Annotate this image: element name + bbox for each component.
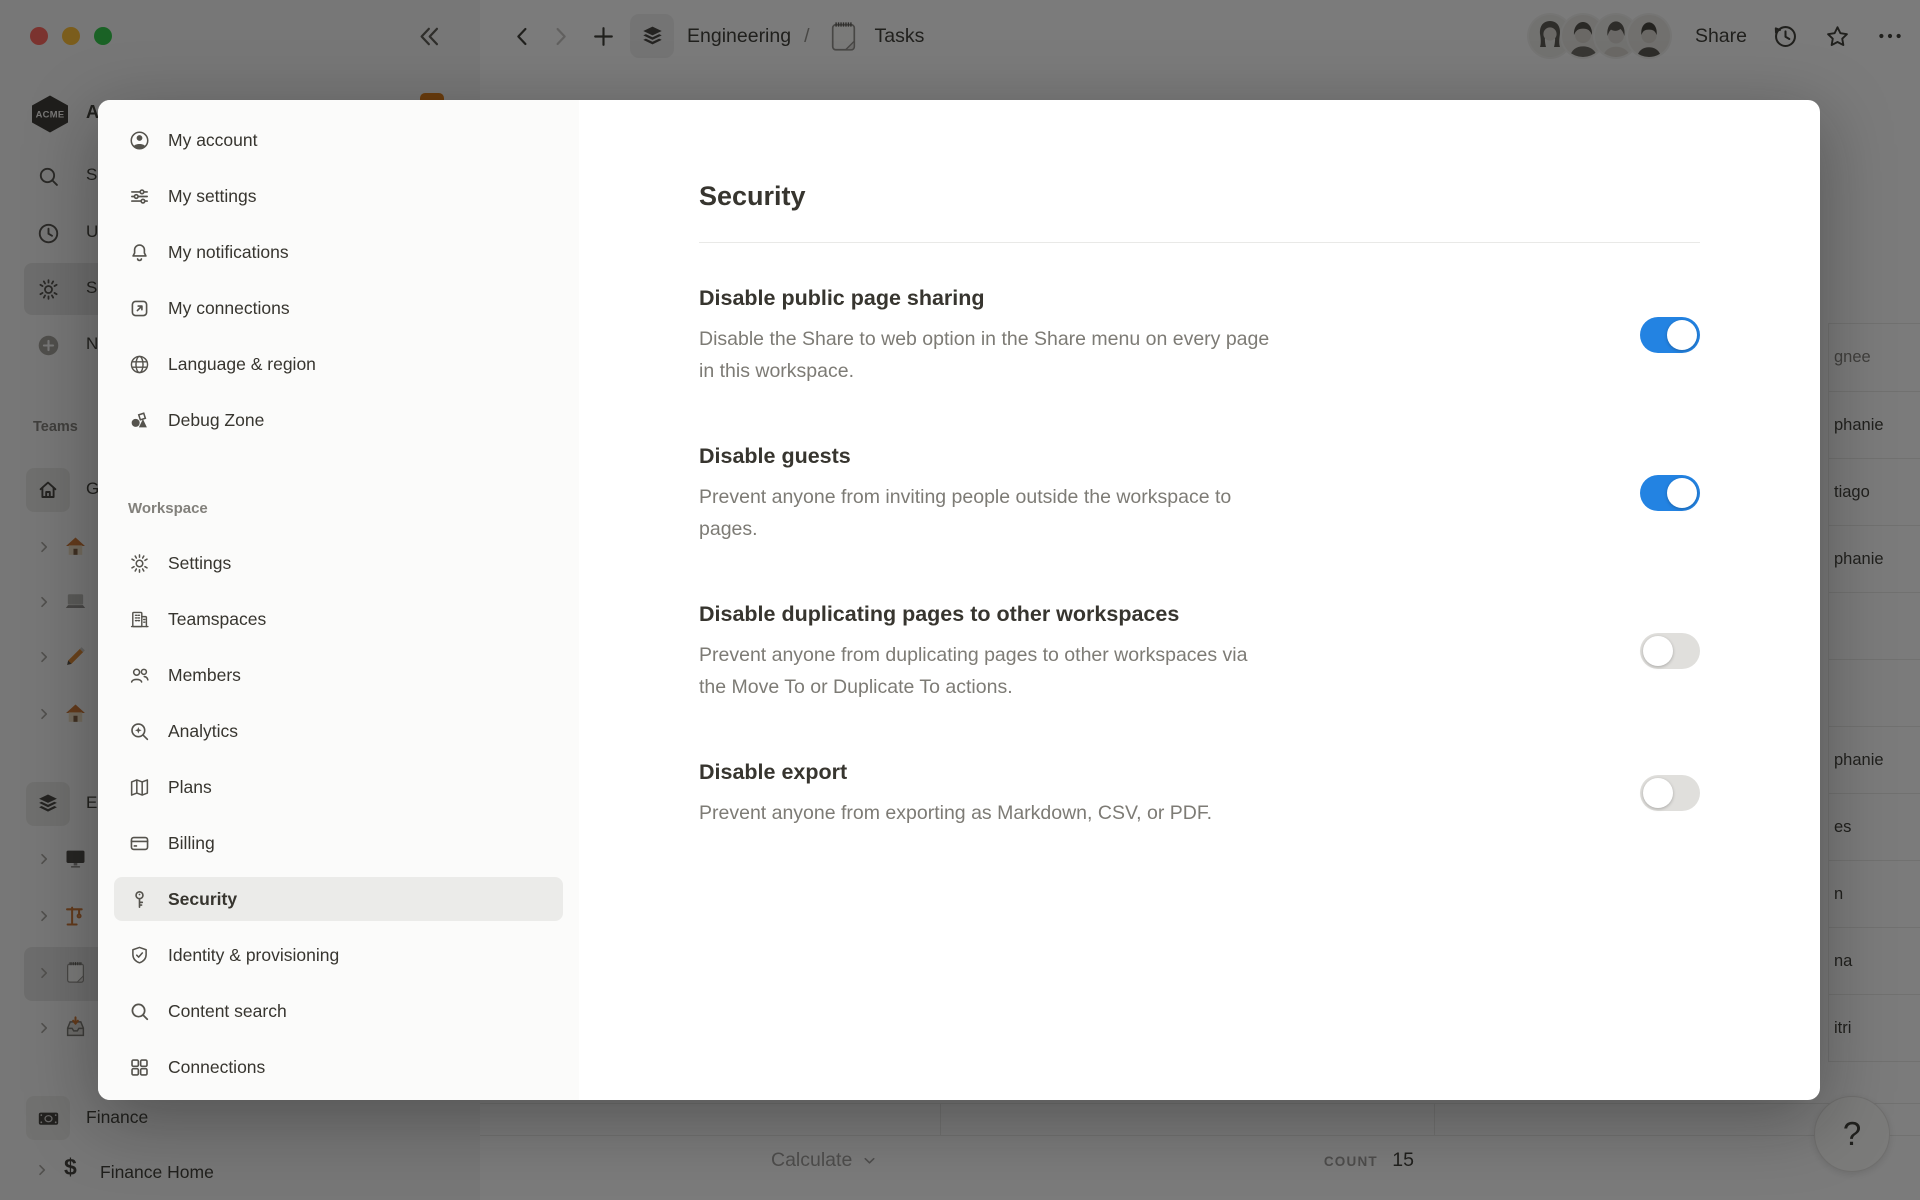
setting-description: Prevent anyone from inviting people outs… — [699, 481, 1519, 545]
settings-item-label: Plans — [168, 777, 212, 798]
bell-icon — [128, 241, 151, 264]
settings-item-content-search[interactable]: Content search — [114, 989, 563, 1033]
setting-description: Prevent anyone from duplicating pages to… — [699, 639, 1519, 703]
gear-icon — [128, 552, 151, 575]
settings-item-my-account[interactable]: My account — [114, 118, 563, 162]
settings-item-label: Security — [168, 889, 237, 910]
settings-item-language-region[interactable]: Language & region — [114, 342, 563, 386]
settings-item-label: Teamspaces — [168, 609, 266, 630]
person-circle-icon — [128, 129, 151, 152]
setting-description: Disable the Share to web option in the S… — [699, 323, 1519, 387]
search-icon — [128, 1000, 151, 1023]
settings-item-label: My notifications — [168, 242, 289, 263]
settings-item-workspace-settings[interactable]: Settings — [114, 541, 563, 585]
sliders-icon — [128, 185, 151, 208]
settings-item-label: My connections — [168, 298, 290, 319]
settings-item-my-settings[interactable]: My settings — [114, 174, 563, 218]
setting-description: Prevent anyone from exporting as Markdow… — [699, 797, 1519, 829]
shapes-icon — [128, 409, 151, 432]
setting-heading: Disable export — [699, 757, 1519, 787]
toggle-disable-export[interactable] — [1640, 775, 1700, 811]
settings-item-security[interactable]: Security — [114, 877, 563, 921]
settings-item-label: Connections — [168, 1057, 265, 1078]
settings-item-label: Billing — [168, 833, 215, 854]
credit-card-icon — [128, 832, 151, 855]
divider — [699, 242, 1700, 243]
globe-icon — [128, 353, 151, 376]
settings-item-billing[interactable]: Billing — [114, 821, 563, 865]
settings-item-label: Identity & provisioning — [168, 945, 339, 966]
security-settings-panel: Security Disable public page sharing Dis… — [579, 100, 1820, 1100]
settings-modal: My account My settings My notifications … — [98, 100, 1820, 1100]
grid-icon — [128, 1056, 151, 1079]
key-icon — [128, 888, 151, 911]
toggle-disable-public-page-sharing[interactable] — [1640, 317, 1700, 353]
settings-item-identity-provisioning[interactable]: Identity & provisioning — [114, 933, 563, 977]
toggle-disable-guests[interactable] — [1640, 475, 1700, 511]
settings-item-label: Language & region — [168, 354, 316, 375]
settings-item-members[interactable]: Members — [114, 653, 563, 697]
setting-row-disable-guests: Disable guests Prevent anyone from invit… — [699, 441, 1700, 545]
arrow-out-box-icon — [128, 297, 151, 320]
settings-item-label: Analytics — [168, 721, 238, 742]
setting-heading: Disable public page sharing — [699, 283, 1519, 313]
settings-item-teamspaces[interactable]: Teamspaces — [114, 597, 563, 641]
settings-item-label: My account — [168, 130, 257, 151]
settings-sidebar: My account My settings My notifications … — [98, 100, 579, 1100]
map-icon — [128, 776, 151, 799]
settings-item-label: My settings — [168, 186, 257, 207]
people-icon — [128, 664, 151, 687]
setting-row-disable-duplicating: Disable duplicating pages to other works… — [699, 599, 1700, 703]
settings-item-my-notifications[interactable]: My notifications — [114, 230, 563, 274]
settings-item-label: Debug Zone — [168, 410, 264, 431]
settings-item-connections[interactable]: Connections — [114, 1045, 563, 1089]
settings-item-label: Members — [168, 665, 241, 686]
setting-row-disable-export: Disable export Prevent anyone from expor… — [699, 757, 1700, 829]
setting-heading: Disable duplicating pages to other works… — [699, 599, 1519, 629]
settings-item-analytics[interactable]: Analytics — [114, 709, 563, 753]
shield-check-icon — [128, 944, 151, 967]
setting-row-public-page-sharing: Disable public page sharing Disable the … — [699, 283, 1700, 387]
search-sparkle-icon — [128, 720, 151, 743]
settings-item-my-connections[interactable]: My connections — [114, 286, 563, 330]
workspace-section-header: Workspace — [114, 500, 563, 517]
setting-heading: Disable guests — [699, 441, 1519, 471]
notion-window: Engineering / Tasks — [0, 0, 1920, 1200]
settings-item-label: Content search — [168, 1001, 287, 1022]
page-title: Security — [699, 178, 1700, 214]
toggle-disable-duplicating[interactable] — [1640, 633, 1700, 669]
settings-item-debug-zone[interactable]: Debug Zone — [114, 398, 563, 442]
building-icon — [128, 608, 151, 631]
settings-item-label: Settings — [168, 553, 231, 574]
settings-item-plans[interactable]: Plans — [114, 765, 563, 809]
